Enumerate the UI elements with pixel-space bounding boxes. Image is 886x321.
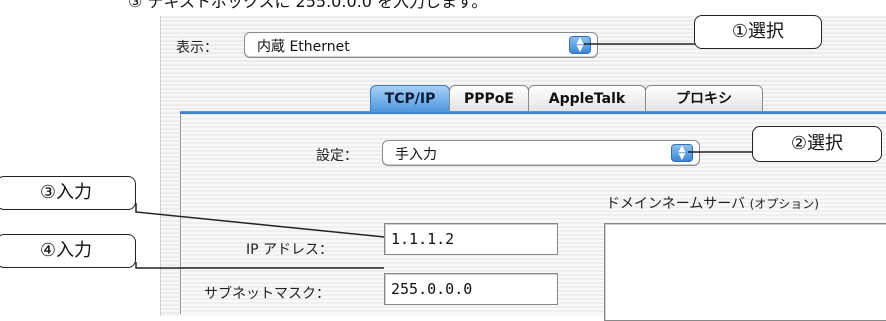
callout-input4: ④入力: [0, 234, 136, 268]
callout-select1: ①選択: [694, 15, 822, 49]
callout-input3: ③入力: [0, 176, 136, 210]
callout-select2: ②選択: [752, 126, 882, 162]
leader-line-input4: [135, 262, 384, 269]
leader-line-input3: [135, 203, 385, 238]
